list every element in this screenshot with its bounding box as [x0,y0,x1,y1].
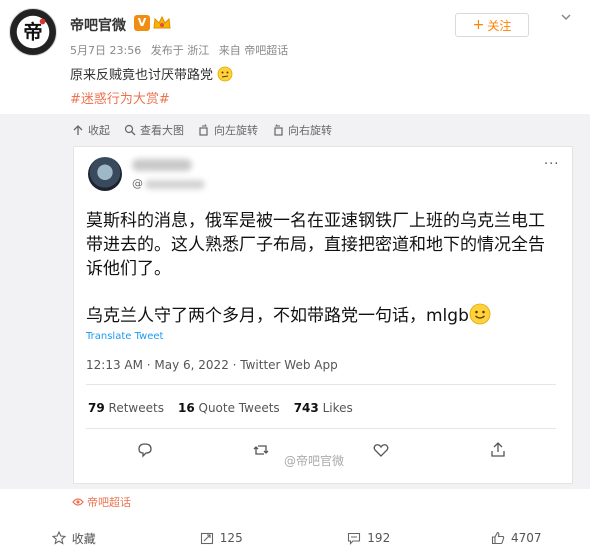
plus-icon: + [472,17,485,33]
tweet-stats: 79 Retweets 16 Quote Tweets 743 Likes [88,401,353,415]
tweet-avatar [88,157,122,191]
retweet-label: Retweets [108,401,164,415]
chevron-down-icon[interactable] [557,11,575,29]
tweet-line-2-wrap: 乌克兰人守了两个多月，不如带路党一句话，mlgb [86,303,556,328]
rotate-left-button[interactable]: 向左旋转 [198,122,258,138]
retweet-count: 79 [88,401,105,415]
view-large-label: 查看大图 [140,124,184,137]
follow-button[interactable]: + 关注 [455,13,529,37]
post-source[interactable]: 来自 帝吧超话 [219,44,289,57]
author-avatar[interactable]: 帝 [9,8,57,56]
super-topic-link[interactable]: 帝吧超话 [72,494,131,510]
divider [86,384,556,385]
reply-icon [138,443,152,458]
quote-count: 16 [177,401,195,415]
post-text: 原来反贼竟也讨厌带路党 [70,64,233,83]
tweet-body: 莫斯科的消息，俄军是被一名在亚速钢铁厂上班的乌克兰电工带进去的。这人熟悉厂子布局… [86,209,556,328]
like-button[interactable]: 4707 [443,523,590,553]
retweet-stat: 79 Retweets [88,401,164,415]
super-topic-label: 帝吧超话 [87,496,131,509]
weibo-post: 帝 帝吧官微 V 5月7日 23:56 发布于 浙江 来自 帝吧超话 + 关注 … [0,0,590,556]
rotate-left-label: 向左旋转 [214,124,258,137]
quote-label: Quote Tweets [198,401,280,415]
super-topic-icon [72,498,84,506]
post-date[interactable]: 5月7日 23:56 [70,44,141,57]
tweet-screenshot[interactable]: @ ··· 莫斯科的消息，俄军是被一名在亚速钢铁厂上班的乌克兰电工带进去的。这人… [73,146,573,484]
svg-text:帝: 帝 [23,21,42,44]
post-text-content: 原来反贼竟也讨厌带路党 [70,68,214,83]
handle-blurred [145,179,205,189]
tweet-line-1: 莫斯科的消息，俄军是被一名在亚速钢铁厂上班的乌克兰电工带进去的。这人熟悉厂子布局… [86,211,545,279]
repost-count: 125 [219,531,243,545]
retweet-icon [253,445,269,455]
rotate-left-icon [199,124,208,136]
tweet-handle: @ [132,177,205,190]
post-footer: 收藏 125 192 4707 [0,523,590,553]
share-icon [491,442,505,457]
tweet-line-2: 乌克兰人守了两个多月，不如带路党一句话，mlgb [86,306,469,326]
repost-button[interactable]: 125 [148,523,296,553]
like-count: 743 [293,401,319,415]
handle-prefix: @ [132,177,143,190]
post-location: 发布于 浙江 [150,44,210,57]
tweet-name-blurred [132,159,192,171]
zoom-icon [124,124,136,136]
translate-tweet-link: Translate Tweet [86,331,164,342]
favorite-label: 收藏 [71,531,96,546]
image-panel: 收起 查看大图 向左旋转 向右旋转 @ ··· 莫斯科的消息，俄军是被一名在亚速… [0,114,590,509]
collapse-label: 收起 [88,124,110,137]
comment-button[interactable]: 192 [295,523,443,553]
quote-stat: 16 Quote Tweets [178,401,280,415]
smile-emoji-icon [469,303,491,325]
comment-icon [348,532,361,545]
crown-icon [153,15,171,29]
like-label: Likes [322,401,353,415]
author-name[interactable]: 帝吧官微 [70,15,126,35]
image-toolbar: 收起 查看大图 向左旋转 向右旋转 [72,122,332,138]
rotate-right-label: 向右旋转 [288,124,332,137]
collapse-button[interactable]: 收起 [72,122,110,138]
tweet-timestamp: 12:13 AM · May 6, 2022 · Twitter Web App [86,358,338,372]
heart-icon [373,444,389,457]
rotate-right-icon [274,124,283,136]
more-dots-icon: ··· [544,157,560,172]
verified-badge: V [134,15,150,31]
post-meta: 5月7日 23:56 发布于 浙江 来自 帝吧超话 [70,42,294,58]
collapse-icon [73,125,83,135]
divider [86,428,556,429]
star-icon [51,531,66,545]
like-stat: 743 Likes [294,401,353,415]
repost-icon [200,532,213,545]
thinking-emoji-icon [217,66,233,82]
hashtag-link[interactable]: #迷惑行为大赏# [70,88,170,107]
thumbs-up-icon [491,531,505,545]
like-count-footer: 4707 [510,531,542,545]
follow-label: 关注 [487,18,512,33]
view-large-button[interactable]: 查看大图 [124,122,184,138]
rotate-right-button[interactable]: 向右旋转 [272,122,332,138]
favorite-button[interactable]: 收藏 [0,523,148,553]
comment-count: 192 [367,531,391,545]
weibo-watermark: @帝吧官微 [284,454,345,468]
